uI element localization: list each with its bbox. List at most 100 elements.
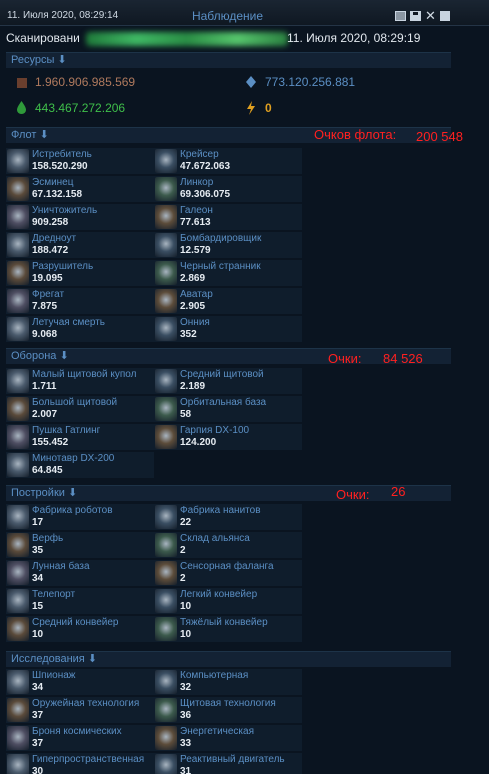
mail-icon[interactable] [395,11,406,21]
light-conveyor-icon [155,589,177,613]
fleet-item-count: 12.579 [180,245,211,256]
fleet-item-count: 19.095 [32,273,63,284]
fleet-item-name: Фрегат [32,289,65,300]
robot-factory-icon [7,505,29,529]
galleon-icon [155,205,177,229]
defense-item-name: Большой щитовой [32,397,118,408]
fleet-item[interactable]: Крейсер 47.672.063 [154,148,302,174]
research-item-count: 33 [180,738,192,749]
window-titlebar: 11. Июля 2020, 08:29:14 Наблюдение ✕ [0,0,489,26]
defense-item[interactable]: Пушка Гатлинг 155.452 [6,424,154,450]
buildings-item[interactable]: Лунная база 34 [6,560,154,586]
defense-item-name: Малый щитовой купол [32,369,137,380]
research-item[interactable]: Шпионаж 34 [6,669,154,695]
defense-points-value: 84 526 [383,351,423,366]
cruiser-icon [155,149,177,173]
scan-line: Сканировани 11. Июля 2020, 08:29:19 [6,31,446,47]
buildings-item-count: 35 [32,545,44,556]
defense-item-count: 58 [180,409,192,420]
buildings-item-count: 10 [180,601,192,612]
annihilator-icon [7,205,29,229]
fleet-item-name: Крейсер [180,149,219,160]
flying-death-icon [7,317,29,341]
shielding-icon [155,698,177,722]
defense-item-count: 155.452 [32,437,69,448]
defense-item[interactable]: Малый щитовой купол 1.711 [6,368,154,394]
fleet-item-count: 2.905 [180,301,206,312]
research-item-count: 36 [180,710,192,721]
defense-points-label: Очки: [328,351,362,366]
fleet-item[interactable]: Фрегат 7.875 [6,288,154,314]
harpy-icon [155,425,177,449]
buildings-header[interactable]: Постройки ⬇ [6,485,451,501]
fleet-item[interactable]: Разрушитель 19.095 [6,260,154,286]
close-icon[interactable]: ✕ [425,9,436,22]
defense-item[interactable]: Большой щитовой 2.007 [6,396,154,422]
buildings-item-name: Склад альянса [180,533,250,544]
fleet-item[interactable]: Линкор 69.306.075 [154,176,302,202]
fleet-item-count: 188.472 [32,245,69,256]
fleet-item[interactable]: Эсминец 67.132.158 [6,176,154,202]
research-item-name: Реактивный двигатель [180,754,285,765]
espionage-icon [7,670,29,694]
lunar-base-icon [7,561,29,585]
save-icon[interactable] [410,11,421,21]
buildings-item[interactable]: Телепорт 15 [6,588,154,614]
fleet-item[interactable]: Дредноут 188.472 [6,232,154,258]
fleet-item-name: Летучая смерть [32,317,106,328]
fleet-item-name: Разрушитель [32,261,94,272]
buildings-item[interactable]: Сенсорная фаланга 2 [154,560,302,586]
resources-header[interactable]: Ресурсы ⬇ [6,52,451,68]
fleet-item[interactable]: Бомбардировщик 12.579 [154,232,302,258]
fleet-item[interactable]: Истребитель 158.520.290 [6,148,154,174]
research-item[interactable]: Гиперпространственная 30 [6,753,154,774]
research-item[interactable]: Энергетическая 33 [154,725,302,751]
destroyer2-icon [7,261,29,285]
fleet-item-count: 69.306.075 [180,189,231,200]
defense-item[interactable]: Минотавр DX-200 64.845 [6,452,154,478]
weapons-icon [7,698,29,722]
fleet-item[interactable]: Аватар 2.905 [154,288,302,314]
fleet-item-count: 77.613 [180,217,211,228]
fleet-item[interactable]: Черный странник 2.869 [154,260,302,286]
research-item[interactable]: Щитовая технология 36 [154,697,302,723]
buildings-item[interactable]: Средний конвейер 10 [6,616,154,642]
defense-item[interactable]: Гарпия DX-100 124.200 [154,424,302,450]
buildings-item-name: Фабрика нанитов [180,505,261,516]
crystal-icon [246,76,256,88]
energy-icon [247,101,255,115]
hyperspace-icon [7,754,29,774]
buildings-item[interactable]: Фабрика роботов 17 [6,504,154,530]
research-item[interactable]: Оружейная технология 37 [6,697,154,723]
defense-item[interactable]: Орбитальная база 58 [154,396,302,422]
fleet-item-count: 2.869 [180,273,206,284]
buildings-item[interactable]: Фабрика нанитов 22 [154,504,302,530]
fleet-item[interactable]: Галеон 77.613 [154,204,302,230]
defense-item-count: 124.200 [180,437,217,448]
fleet-item[interactable]: Летучая смерть 9.068 [6,316,154,342]
maximize-icon[interactable] [440,11,450,21]
deuterium-icon [17,101,26,114]
buildings-item-count: 10 [180,629,192,640]
research-item[interactable]: Реактивный двигатель 31 [154,753,302,774]
research-header[interactable]: Исследования ⬇ [6,651,451,667]
buildings-item-count: 17 [32,517,44,528]
fleet-item-count: 47.672.063 [180,161,231,172]
fleet-item[interactable]: Уничтожитель 909.258 [6,204,154,230]
defense-item-name: Средний щитовой [180,369,264,380]
buildings-item-count: 22 [180,517,192,528]
scan-target-redacted [86,32,288,46]
fleet-item-name: Онния [180,317,210,328]
buildings-item[interactable]: Легкий конвейер 10 [154,588,302,614]
gatling-icon [7,425,29,449]
research-item-count: 31 [180,766,192,774]
buildings-item[interactable]: Верфь 35 [6,532,154,558]
buildings-item[interactable]: Склад альянса 2 [154,532,302,558]
research-item-count: 32 [180,682,192,693]
defense-item[interactable]: Средний щитовой 2.189 [154,368,302,394]
research-item[interactable]: Броня космических 37 [6,725,154,751]
fleet-item[interactable]: Онния 352 [154,316,302,342]
fleet-item-count: 9.068 [32,329,58,340]
research-item[interactable]: Компьютерная 32 [154,669,302,695]
buildings-item[interactable]: Тяжёлый конвейер 10 [154,616,302,642]
